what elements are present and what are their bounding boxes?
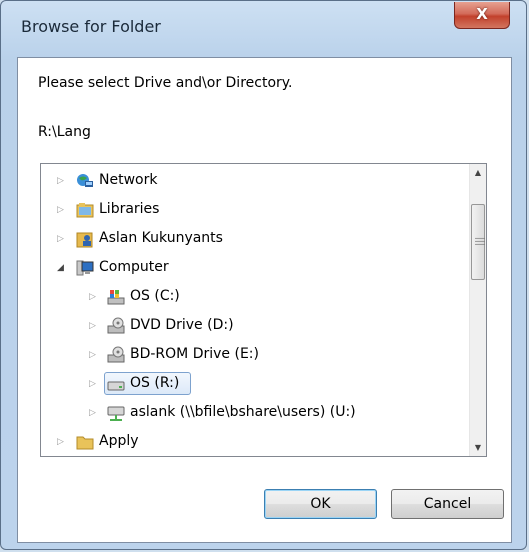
expand-arrow-icon[interactable]: ▷ <box>57 436 67 448</box>
tree-item-label: Libraries <box>99 201 160 217</box>
tree-item-label: Apply <box>99 433 139 449</box>
title-bar[interactable]: Browse for Folder X <box>1 1 526 57</box>
system-drive-icon <box>107 290 125 305</box>
ok-button[interactable]: OK <box>264 489 377 519</box>
expand-arrow-icon[interactable]: ▷ <box>57 233 67 245</box>
vertical-scrollbar[interactable]: ▲ ― ― ― ▼ <box>469 164 486 456</box>
current-path: R:\Lang <box>38 124 91 140</box>
network-icon <box>77 174 93 187</box>
tree-item-label: aslank (\\bfile\bshare\users) (U:) <box>130 404 356 420</box>
tree-item-label: Computer <box>99 259 169 275</box>
user-folder-icon <box>76 232 93 248</box>
dialog-client-area: Please select Drive and\or Directory. R:… <box>17 57 512 543</box>
expand-arrow-icon[interactable]: ▷ <box>89 320 99 332</box>
expand-arrow-icon[interactable]: ▷ <box>89 407 99 419</box>
tree-item-label: BD-ROM Drive (E:) <box>130 346 259 362</box>
expand-arrow-icon[interactable]: ▷ <box>57 204 67 216</box>
tree-item-label: DVD Drive (D:) <box>130 317 234 333</box>
scroll-up-icon[interactable]: ▲ <box>470 164 486 181</box>
scroll-down-icon[interactable]: ▼ <box>470 439 486 456</box>
window-title: Browse for Folder <box>21 17 161 36</box>
folder-tree[interactable]: ▷ Network ▷ Libraries ▷ Aslan Kukunyants… <box>40 163 487 457</box>
libraries-icon <box>76 203 94 218</box>
folder-icon <box>76 436 94 450</box>
tree-item-label: OS (R:) <box>130 375 180 391</box>
hard-drive-icon <box>107 381 125 391</box>
expand-arrow-icon[interactable]: ▷ <box>57 175 67 187</box>
cancel-button[interactable]: Cancel <box>391 489 504 519</box>
tree-item-label: OS (C:) <box>130 288 180 304</box>
tree-item-label: Network <box>99 172 158 188</box>
expand-arrow-icon[interactable]: ▷ <box>89 378 99 390</box>
expand-arrow-icon[interactable]: ▷ <box>89 291 99 303</box>
expand-arrow-icon[interactable]: ▷ <box>89 349 99 361</box>
close-button[interactable]: X <box>454 2 510 29</box>
close-icon: X <box>476 5 488 23</box>
collapse-arrow-icon[interactable]: ◢ <box>57 262 67 274</box>
bdrom-drive-icon <box>107 346 125 363</box>
grip-icon: ― ― ― <box>475 233 485 250</box>
dvd-drive-icon <box>107 317 125 334</box>
scrollbar-thumb[interactable]: ― ― ― <box>471 204 485 280</box>
tree-item-label: Aslan Kukunyants <box>99 230 223 246</box>
network-drive-icon <box>107 406 125 421</box>
computer-icon <box>76 260 94 276</box>
instruction-text: Please select Drive and\or Directory. <box>38 75 293 91</box>
browse-for-folder-dialog: Browse for Folder X Please select Drive … <box>0 0 527 550</box>
